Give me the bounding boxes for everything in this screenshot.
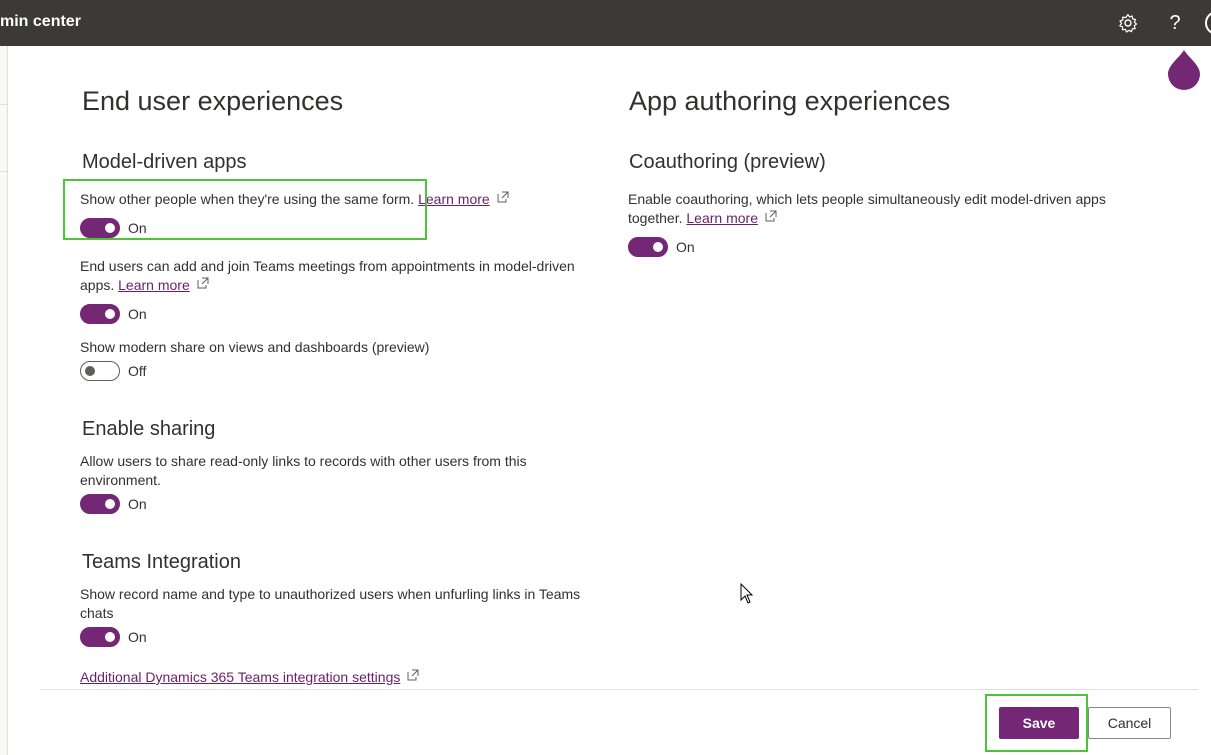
toggle-knob <box>85 366 95 376</box>
footer-divider <box>40 689 1198 690</box>
teams-meetings-learn-more-link[interactable]: Learn more <box>118 277 190 293</box>
sharing-toggle[interactable] <box>80 494 120 514</box>
app-authoring-experiences-heading: App authoring experiences <box>629 86 951 116</box>
toggle-knob <box>105 309 115 319</box>
teams-meetings-setting-description: End users can add and join Teams meeting… <box>80 257 600 295</box>
droplet-icon <box>1168 50 1200 90</box>
avatar[interactable] <box>1205 11 1211 35</box>
external-link-icon <box>407 669 419 681</box>
teams-meetings-toggle[interactable] <box>80 304 120 324</box>
gear-icon[interactable] <box>1116 11 1140 35</box>
external-link-icon <box>497 191 509 203</box>
highlight-box-collaboration <box>63 179 427 240</box>
toggle-knob <box>653 242 663 252</box>
modern-share-toggle[interactable] <box>80 361 120 381</box>
teams-unfurl-toggle-state: On <box>128 629 147 645</box>
toggle-knob <box>105 632 115 642</box>
coauthoring-toggle-state: On <box>676 239 695 255</box>
end-user-experiences-heading: End user experiences <box>82 86 344 116</box>
app-title: min center <box>0 13 81 30</box>
teams-integration-heading: Teams Integration <box>82 551 241 573</box>
modern-share-toggle-row: Off <box>80 361 146 381</box>
toggle-knob <box>105 499 115 509</box>
coauthoring-toggle[interactable] <box>628 237 668 257</box>
highlight-box-save <box>985 694 1088 752</box>
external-link-icon <box>197 277 209 289</box>
sharing-toggle-row: On <box>80 494 147 514</box>
teams-unfurl-setting-description: Show record name and type to unauthorize… <box>80 586 581 621</box>
coauthoring-setting-description: Enable coauthoring, which lets people si… <box>628 190 1148 228</box>
rail-item[interactable] <box>0 104 8 172</box>
teams-meetings-toggle-row: On <box>80 304 147 324</box>
coauthoring-toggle-row: On <box>628 237 695 257</box>
external-link-icon <box>765 210 777 222</box>
mouse-cursor-icon <box>740 583 754 604</box>
sharing-setting-description: Allow users to share read-only links to … <box>80 453 527 488</box>
modern-share-setting-description: Show modern share on views and dashboard… <box>80 339 430 355</box>
teams-meetings-toggle-state: On <box>128 306 147 322</box>
coauthoring-heading: Coauthoring (preview) <box>629 151 826 173</box>
sharing-toggle-state: On <box>128 496 147 512</box>
model-driven-apps-heading: Model-driven apps <box>82 151 247 173</box>
enable-sharing-heading: Enable sharing <box>82 418 216 440</box>
modern-share-toggle-state: Off <box>128 363 147 379</box>
help-icon[interactable]: ? <box>1163 11 1187 35</box>
collaboration-learn-more-link[interactable]: Learn more <box>418 191 490 207</box>
teams-unfurl-toggle[interactable] <box>80 627 120 647</box>
teams-integration-settings-link[interactable]: Additional Dynamics 365 Teams integratio… <box>80 669 400 685</box>
cancel-button[interactable]: Cancel <box>1088 707 1171 739</box>
gear-icon-svg <box>1119 13 1138 33</box>
top-bar: min center ? <box>0 0 1211 46</box>
left-navigation-rail <box>0 46 8 755</box>
teams-settings-link-row: Additional Dynamics 365 Teams integratio… <box>80 668 600 687</box>
coauthoring-learn-more-link[interactable]: Learn more <box>686 210 758 226</box>
teams-unfurl-toggle-row: On <box>80 627 147 647</box>
